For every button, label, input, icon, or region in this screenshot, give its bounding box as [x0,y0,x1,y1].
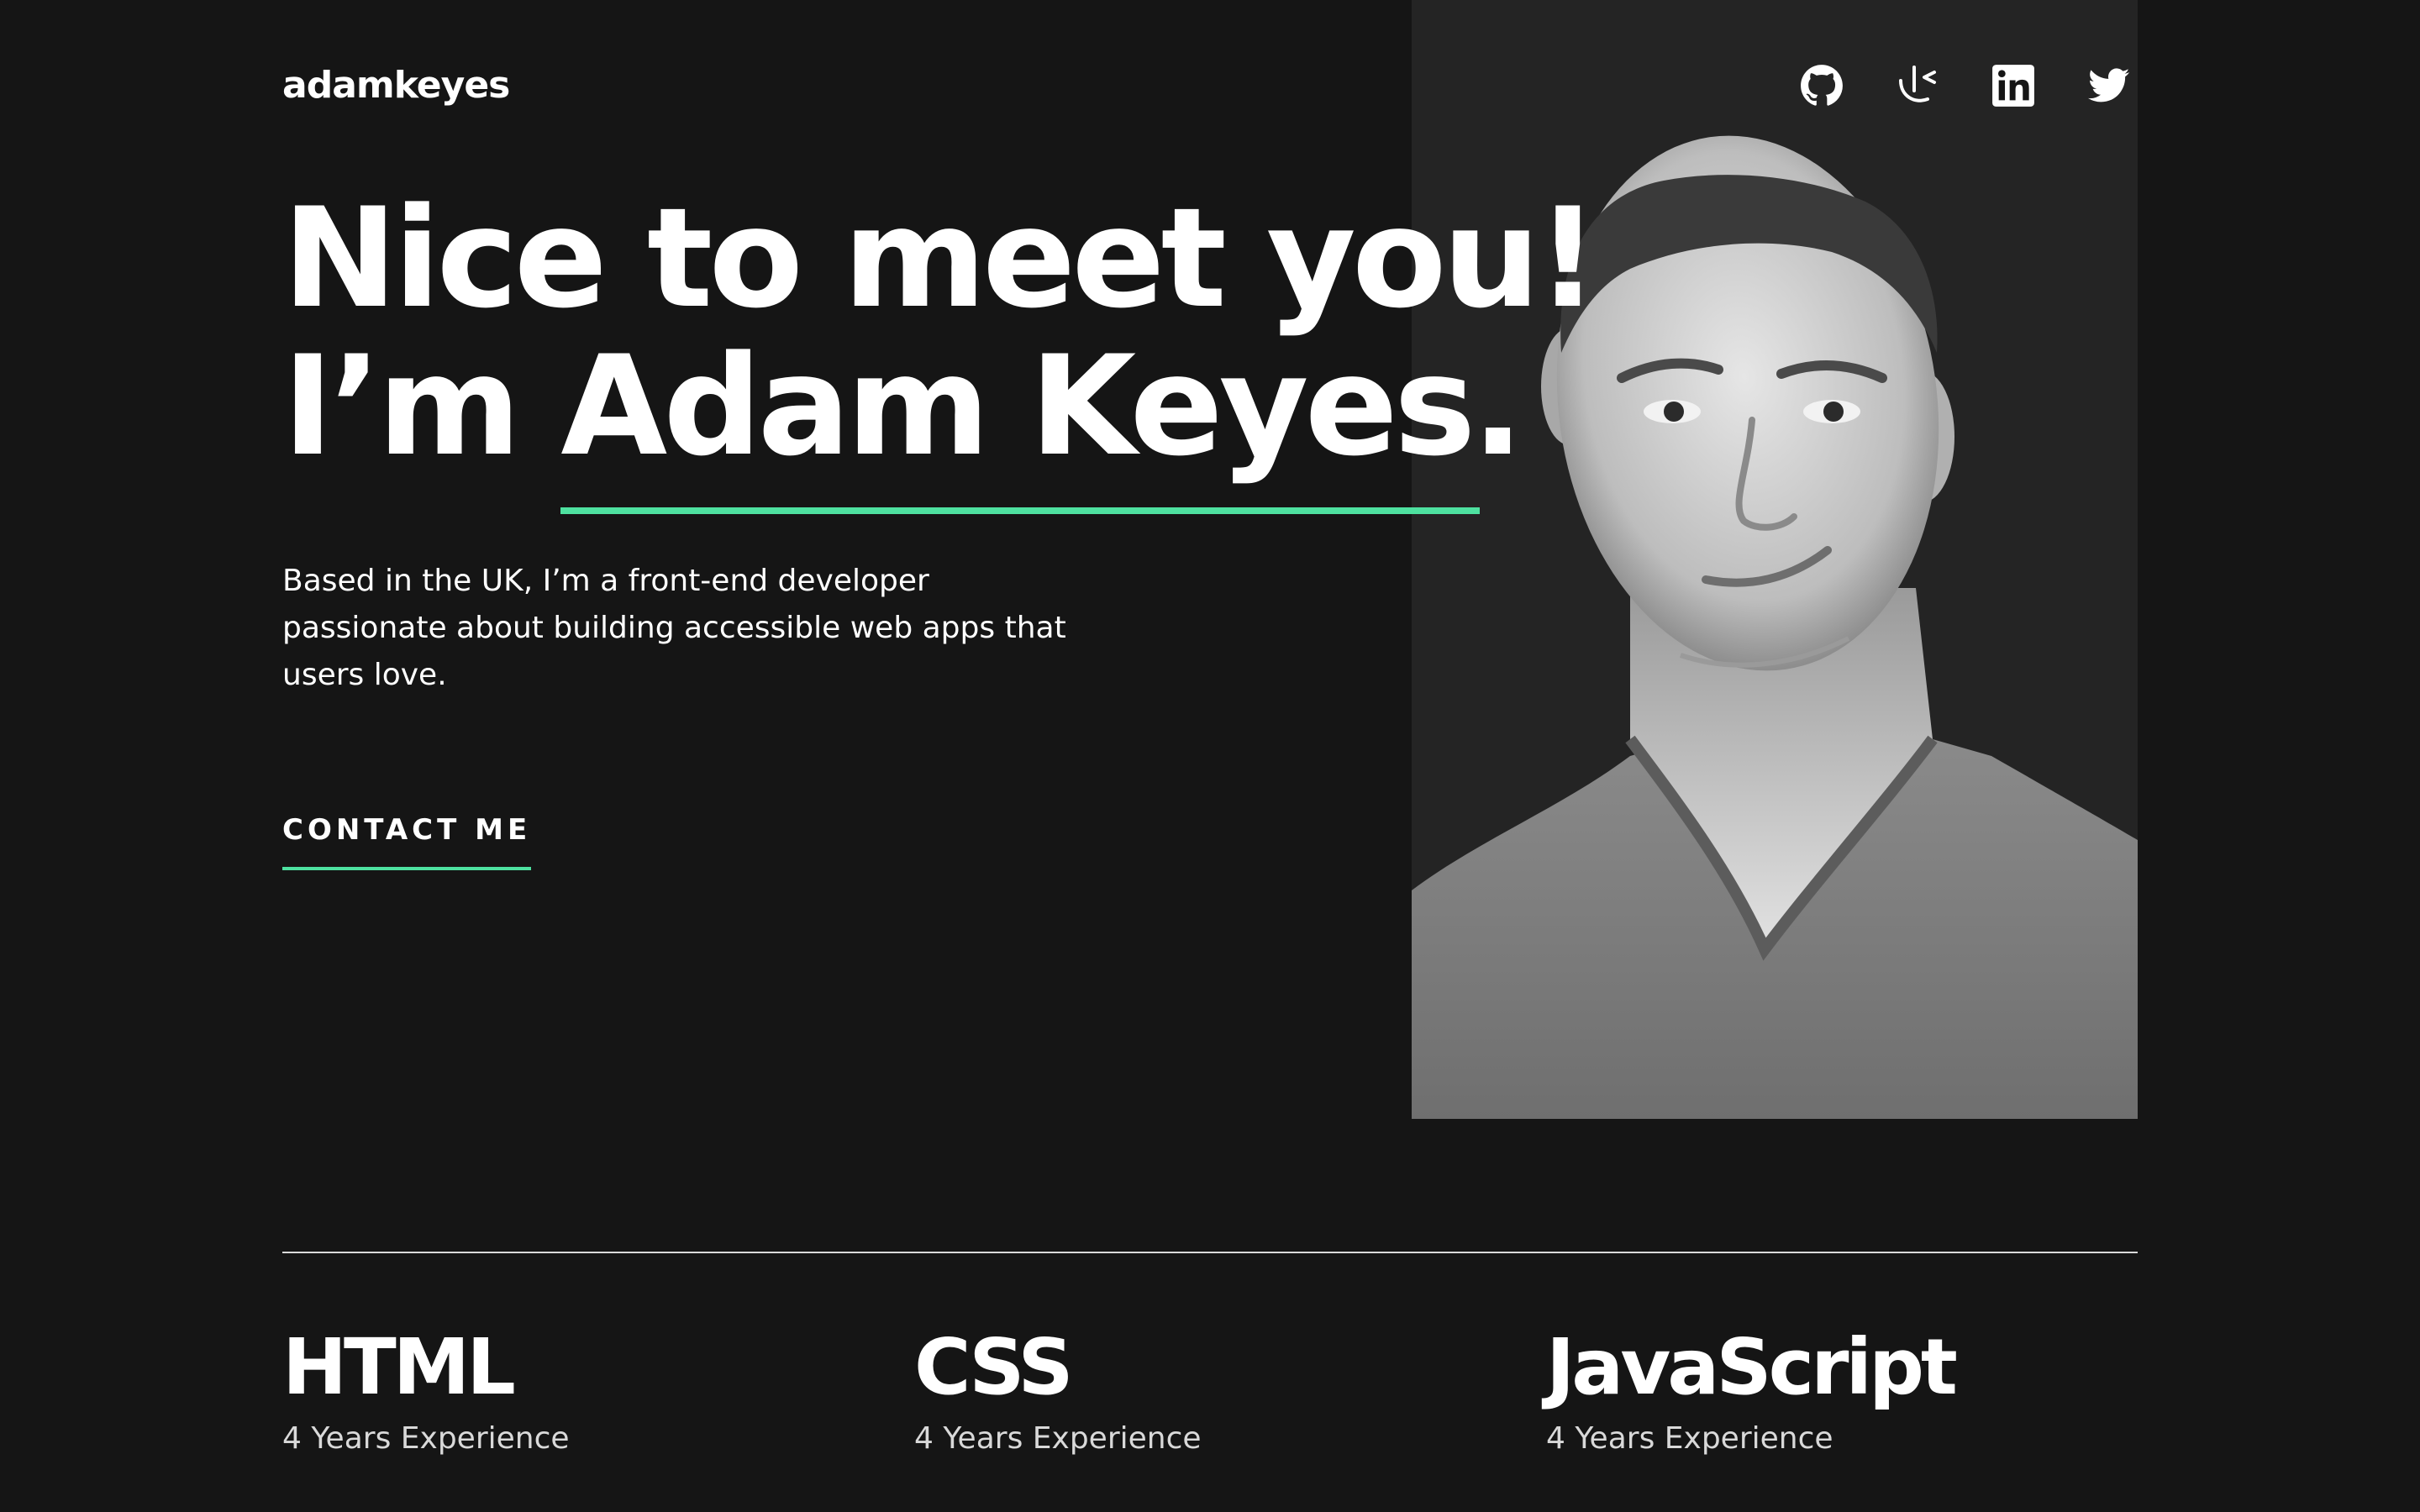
skill-name: HTML [282,1322,516,1412]
profile-photo [1412,0,2138,1119]
headline-name: Adam Keyes. [560,326,1524,514]
linkedin-icon[interactable] [1990,60,2037,111]
headline-line-1: Nice to meet you! [282,178,1599,339]
skill-experience: 4 Years Experience [1546,1421,1833,1456]
github-icon[interactable] [1798,60,1845,111]
twitter-icon[interactable] [2086,60,2133,111]
skill-experience: 4 Years Experience [914,1421,1202,1456]
skill-item: CSS 4 Years Experience [914,1319,1202,1462]
skill-name: JavaScript [1546,1322,1958,1412]
hero-headline: Nice to meet you! I’m Adam Keyes. [282,178,1599,514]
headline-prefix: I’m [282,326,561,486]
skill-item: HTML 4 Years Experience [282,1319,570,1462]
skill-experience: 4 Years Experience [282,1421,570,1456]
skill-item: JavaScript 4 Years Experience [1546,1319,1958,1462]
skill-name: CSS [914,1322,1074,1412]
social-links [1798,60,2143,111]
headline-line-2: I’m Adam Keyes. [282,326,1543,514]
site-logo[interactable]: adamkeyes [282,60,510,111]
portrait-illustration [1412,135,2138,1119]
section-divider [282,1252,2138,1253]
intro-text: Based in the UK, I’m a front-end develop… [282,564,1066,692]
contact-me-link[interactable]: CONTACT ME [282,808,532,870]
portfolio-page: adamkeyes Nice to meet you! I’m Adam Key… [0,0,2420,1512]
frontend-mentor-icon[interactable] [1894,60,1941,111]
